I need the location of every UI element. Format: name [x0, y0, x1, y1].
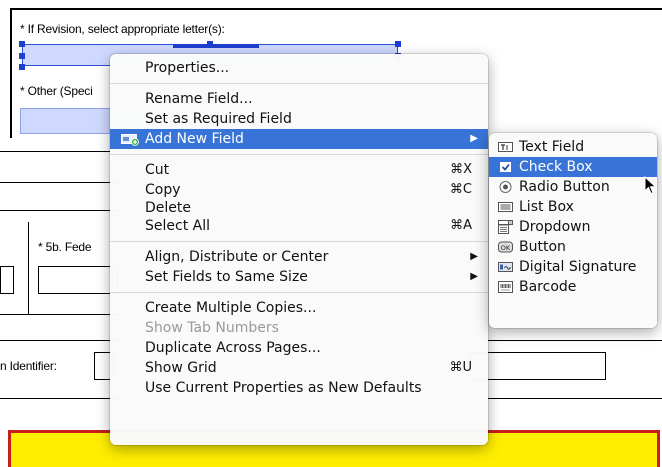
- menu-item-show-grid[interactable]: Show Grid ⌘U: [110, 358, 488, 378]
- revision-label: * If Revision, select appropriate letter…: [20, 22, 225, 36]
- divider: [0, 182, 120, 183]
- add-field-icon: [121, 132, 139, 146]
- menu-item-properties[interactable]: Properties...: [110, 58, 488, 78]
- digital-signature-icon: [498, 260, 513, 274]
- text-field-icon: [498, 140, 513, 154]
- menu-separator: [110, 292, 488, 293]
- resize-handle-bl[interactable]: [19, 64, 25, 70]
- form-border-top: [10, 8, 662, 10]
- ok-button-icon: OK: [498, 240, 513, 254]
- shortcut-label: ⌘C: [449, 182, 472, 197]
- resize-handle-ml[interactable]: [19, 53, 25, 59]
- submenu-arrow-icon: ▶: [470, 271, 478, 282]
- submenu-item-text-field[interactable]: Text Field: [489, 137, 657, 157]
- divider: [0, 314, 120, 315]
- divider: [488, 398, 662, 399]
- identifier-label: n Identifier:: [0, 359, 57, 373]
- submenu-item-digital-signature[interactable]: Digital Signature: [489, 257, 657, 277]
- shortcut-label: ⌘A: [450, 218, 472, 233]
- submenu-item-button[interactable]: OK Button: [489, 237, 657, 257]
- resize-handle-tr[interactable]: [395, 41, 401, 47]
- divider: [0, 151, 120, 152]
- federal-award-label: * 5b. Fede: [38, 240, 92, 254]
- radio-button-icon: [498, 180, 513, 194]
- shortcut-label: ⌘U: [449, 360, 472, 375]
- field-name-tag: [173, 44, 259, 48]
- menu-item-cut[interactable]: Cut ⌘X: [110, 160, 488, 180]
- menu-item-rename-field[interactable]: Rename Field...: [110, 89, 488, 109]
- input-box[interactable]: [0, 266, 14, 294]
- checkbox-icon: [498, 160, 513, 174]
- menu-separator: [110, 241, 488, 242]
- menu-item-show-tab-numbers: Show Tab Numbers: [145, 320, 279, 336]
- menu-item-duplicate-pages[interactable]: Duplicate Across Pages...: [110, 338, 488, 358]
- submenu-item-barcode[interactable]: Barcode: [489, 277, 657, 297]
- list-box-icon: [498, 200, 513, 214]
- menu-item-same-size[interactable]: Set Fields to Same Size ▶: [110, 267, 488, 287]
- dropdown-icon: [498, 220, 513, 234]
- menu-item-set-required[interactable]: Set as Required Field: [110, 109, 488, 129]
- submenu-item-dropdown[interactable]: Dropdown: [489, 217, 657, 237]
- menu-item-add-new-field[interactable]: Add New Field ▶: [110, 129, 488, 149]
- divider: [0, 398, 120, 399]
- submenu-arrow-icon: ▶: [470, 133, 478, 144]
- menu-item-delete[interactable]: Delete: [110, 200, 488, 216]
- submenu-item-check-box[interactable]: Check Box: [489, 157, 657, 177]
- federal-award-input[interactable]: [38, 266, 118, 294]
- identifier-input-right[interactable]: [470, 352, 606, 380]
- menu-item-select-all[interactable]: Select All ⌘A: [110, 216, 488, 236]
- submenu-item-radio-button[interactable]: Radio Button: [489, 177, 657, 197]
- divider: [0, 340, 120, 341]
- menu-separator: [110, 83, 488, 84]
- submenu-item-list-box[interactable]: List Box: [489, 197, 657, 217]
- divider: [488, 340, 662, 341]
- resize-handle-tm[interactable]: [207, 41, 213, 47]
- form-border-left: [10, 8, 12, 138]
- menu-item-use-defaults[interactable]: Use Current Properties as New Defaults: [110, 378, 488, 398]
- menu-item-create-copies[interactable]: Create Multiple Copies...: [110, 298, 488, 318]
- mouse-cursor-icon: [644, 176, 657, 195]
- other-specify-label: * Other (Speci: [20, 84, 93, 98]
- add-new-field-submenu: Text Field Check Box Radio Button List B…: [489, 133, 657, 328]
- svg-text:OK: OK: [501, 244, 511, 252]
- menu-item-copy[interactable]: Copy ⌘C: [110, 180, 488, 200]
- menu-separator: [110, 154, 488, 155]
- barcode-icon: [498, 280, 513, 294]
- shortcut-label: ⌘X: [450, 162, 472, 177]
- resize-handle-tl[interactable]: [19, 41, 25, 47]
- submenu-arrow-icon: ▶: [470, 251, 478, 262]
- context-menu: Properties... Rename Field... Set as Req…: [110, 54, 488, 445]
- divider: [0, 210, 120, 211]
- cell-border: [28, 222, 29, 314]
- menu-item-align-distribute[interactable]: Align, Distribute or Center ▶: [110, 247, 488, 267]
